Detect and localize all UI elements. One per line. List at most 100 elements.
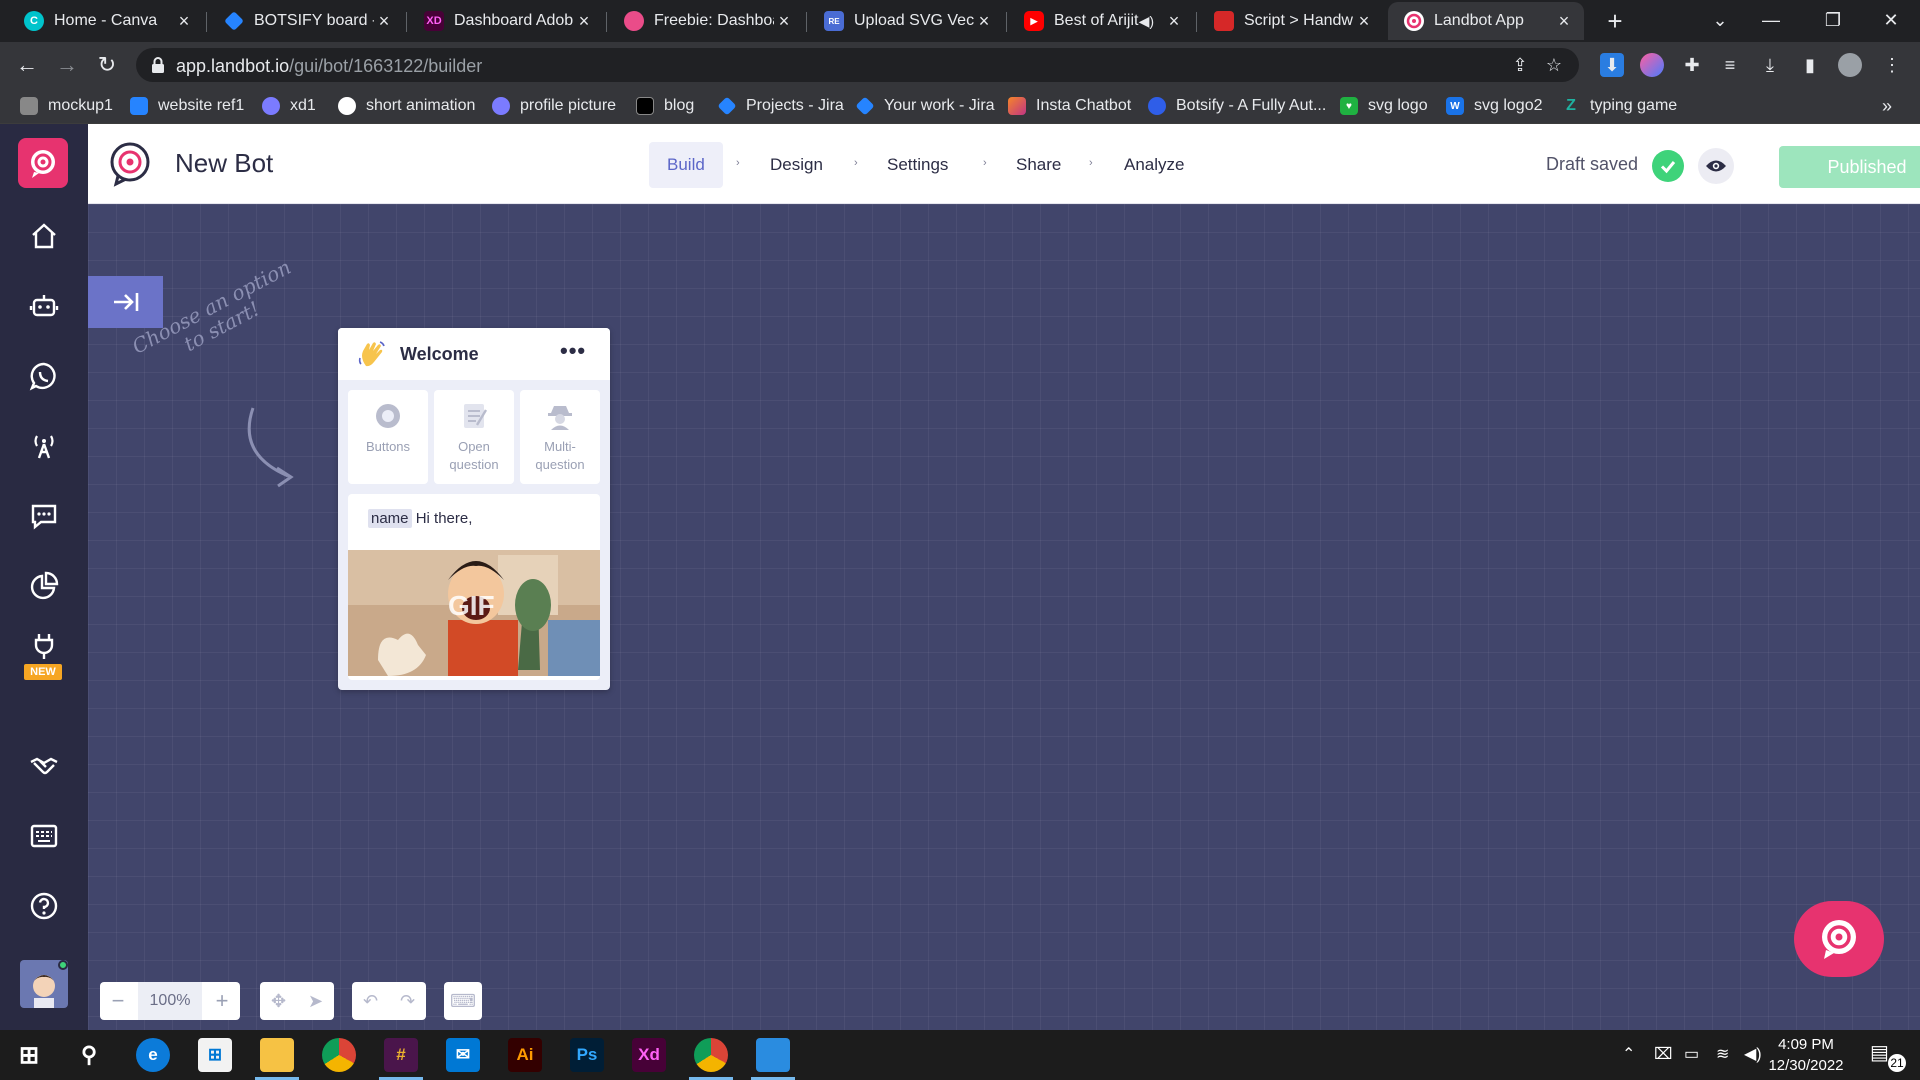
- side-panel-icon[interactable]: ▮: [1798, 53, 1822, 77]
- browser-tab[interactable]: RE Upload SVG Vect ×: [808, 2, 1004, 40]
- photoshop-icon[interactable]: Ps: [570, 1038, 604, 1072]
- show-hidden-icons-chevron-icon[interactable]: ⌃: [1622, 1044, 1635, 1064]
- download-extension-icon[interactable]: ⬇: [1600, 53, 1624, 77]
- bookmark-item[interactable]: website ref1: [130, 94, 244, 118]
- user-avatar[interactable]: [20, 960, 68, 1008]
- tab-search-icon[interactable]: ⌄: [1695, 0, 1745, 40]
- browser-tab-active[interactable]: Landbot App ×: [1388, 2, 1584, 40]
- undo-icon[interactable]: ↶: [363, 991, 378, 1012]
- lock-icon[interactable]: [150, 56, 166, 74]
- tab-build[interactable]: Build: [649, 142, 723, 188]
- illustrator-icon[interactable]: Ai: [508, 1038, 542, 1072]
- pan-move-icon[interactable]: ✥: [271, 991, 286, 1012]
- bookmarks-overflow-icon[interactable]: »: [1882, 96, 1892, 117]
- landbot-logo[interactable]: [18, 138, 68, 188]
- extensions-puzzle-icon[interactable]: ✚: [1680, 53, 1704, 77]
- browser-tab[interactable]: ▶ Best of Arijit ◀) ×: [1008, 2, 1194, 40]
- messages-icon[interactable]: [22, 494, 66, 538]
- windows-start-icon[interactable]: ⊞: [12, 1038, 46, 1072]
- downloads-icon[interactable]: ⤓: [1758, 53, 1782, 77]
- close-tab-icon[interactable]: ×: [1554, 11, 1574, 32]
- new-tab-button[interactable]: +: [1600, 6, 1630, 36]
- zoom-out-button[interactable]: −: [100, 982, 136, 1020]
- reload-icon[interactable]: ↻: [92, 50, 122, 80]
- store-icon[interactable]: ⊞: [198, 1038, 232, 1072]
- zoom-in-button[interactable]: +: [204, 982, 240, 1020]
- chrome-profile-icon[interactable]: [694, 1038, 728, 1072]
- share-icon[interactable]: ⇪: [1508, 53, 1532, 77]
- message-bubble[interactable]: name Hi there, GIF: [348, 494, 600, 680]
- close-tab-icon[interactable]: ×: [974, 11, 994, 32]
- tab-analyze[interactable]: Analyze: [1106, 142, 1202, 188]
- variable-chip[interactable]: name: [368, 509, 412, 528]
- photos-icon[interactable]: [756, 1038, 790, 1072]
- gif-preview[interactable]: GIF: [348, 550, 600, 676]
- meet-now-icon[interactable]: ⌧: [1654, 1044, 1672, 1064]
- preview-eye-icon[interactable]: [1698, 148, 1734, 184]
- publish-button[interactable]: Published: [1779, 146, 1920, 188]
- close-tab-icon[interactable]: ×: [774, 11, 794, 32]
- pointer-select-icon[interactable]: ➤: [308, 991, 323, 1012]
- slack-icon[interactable]: #: [384, 1038, 418, 1072]
- partners-handshake-icon[interactable]: [22, 744, 66, 788]
- bookmark-star-icon[interactable]: ☆: [1542, 53, 1566, 77]
- home-icon[interactable]: [22, 214, 66, 258]
- option-buttons[interactable]: Buttons: [348, 390, 428, 484]
- bookmark-item[interactable]: Wsvg logo2: [1446, 94, 1543, 118]
- tab-settings[interactable]: Settings: [869, 142, 966, 188]
- bookmark-item[interactable]: Your work - Jira: [855, 94, 995, 118]
- chrome-menu-icon[interactable]: ⋮: [1880, 53, 1904, 77]
- bookmark-item[interactable]: mockup1: [20, 94, 113, 118]
- browser-tab[interactable]: BOTSIFY board - / ×: [208, 2, 404, 40]
- wifi-icon[interactable]: ≋: [1716, 1044, 1729, 1064]
- welcome-block[interactable]: Welcome ••• Buttons Open question Multi-…: [338, 328, 610, 690]
- help-icon[interactable]: [22, 884, 66, 928]
- analytics-pie-icon[interactable]: [22, 564, 66, 608]
- bookmark-item[interactable]: blog: [636, 94, 694, 118]
- bookmark-item[interactable]: Projects - Jira: [717, 94, 844, 118]
- browser-tab[interactable]: Freebie: Dashboa ×: [608, 2, 804, 40]
- speaker-icon[interactable]: ◀): [1139, 13, 1154, 30]
- search-icon[interactable]: ⚲: [72, 1038, 106, 1072]
- option-open-question[interactable]: Open question: [434, 390, 514, 484]
- chrome-icon[interactable]: [322, 1038, 356, 1072]
- notifications-icon[interactable]: ▤: [1870, 1040, 1889, 1065]
- bot-icon[interactable]: [22, 284, 66, 328]
- xd-app-icon[interactable]: Xd: [632, 1038, 666, 1072]
- close-tab-icon[interactable]: ×: [1354, 11, 1374, 32]
- explorer-icon[interactable]: [260, 1038, 294, 1072]
- close-tab-icon[interactable]: ×: [174, 11, 194, 32]
- browser-tab[interactable]: C Home - Canva ×: [8, 2, 204, 40]
- browser-tab[interactable]: XD Dashboard Adob ×: [408, 2, 604, 40]
- browser-tab[interactable]: Script > Handwrit ×: [1198, 2, 1384, 40]
- media-controls-icon[interactable]: ≡: [1718, 53, 1742, 77]
- bookmark-item[interactable]: short animation: [338, 94, 475, 118]
- close-window-button[interactable]: ✕: [1866, 0, 1916, 40]
- builder-canvas[interactable]: Choose an option to start! Welcome ••• B…: [88, 204, 1920, 1030]
- bookmark-item[interactable]: ♥ svg logo: [1340, 94, 1428, 118]
- edge-icon[interactable]: e: [136, 1038, 170, 1072]
- keyboard-shortcuts-icon[interactable]: [22, 814, 66, 858]
- mail-icon[interactable]: ✉: [446, 1038, 480, 1072]
- option-multi-question[interactable]: Multi- question: [520, 390, 600, 484]
- bookmark-item[interactable]: Botsify - A Fully Aut...: [1148, 94, 1326, 118]
- tab-design[interactable]: Design: [752, 142, 841, 188]
- more-options-icon[interactable]: •••: [560, 338, 586, 364]
- support-chat-button[interactable]: [1794, 901, 1884, 977]
- profile-avatar-icon[interactable]: [1838, 53, 1862, 77]
- integrations-plug-icon[interactable]: [22, 624, 66, 668]
- bot-name[interactable]: New Bot: [175, 148, 273, 179]
- collapse-panel-button[interactable]: [88, 276, 163, 328]
- tab-share[interactable]: Share: [998, 142, 1079, 188]
- close-tab-icon[interactable]: ×: [574, 11, 594, 32]
- address-bar[interactable]: app.landbot.io/gui/bot/1663122/builder ⇪…: [136, 48, 1579, 82]
- broadcast-icon[interactable]: [22, 424, 66, 468]
- keyboard-icon[interactable]: ⌨: [450, 991, 476, 1012]
- redo-icon[interactable]: ↷: [400, 991, 415, 1012]
- restore-button[interactable]: ❐: [1808, 0, 1858, 40]
- color-extension-icon[interactable]: [1640, 53, 1664, 77]
- bookmark-item[interactable]: xd1: [262, 94, 316, 118]
- forward-icon[interactable]: →: [52, 50, 82, 80]
- close-tab-icon[interactable]: ×: [1164, 11, 1184, 32]
- system-clock[interactable]: 4:09 PM 12/30/2022: [1756, 1034, 1856, 1076]
